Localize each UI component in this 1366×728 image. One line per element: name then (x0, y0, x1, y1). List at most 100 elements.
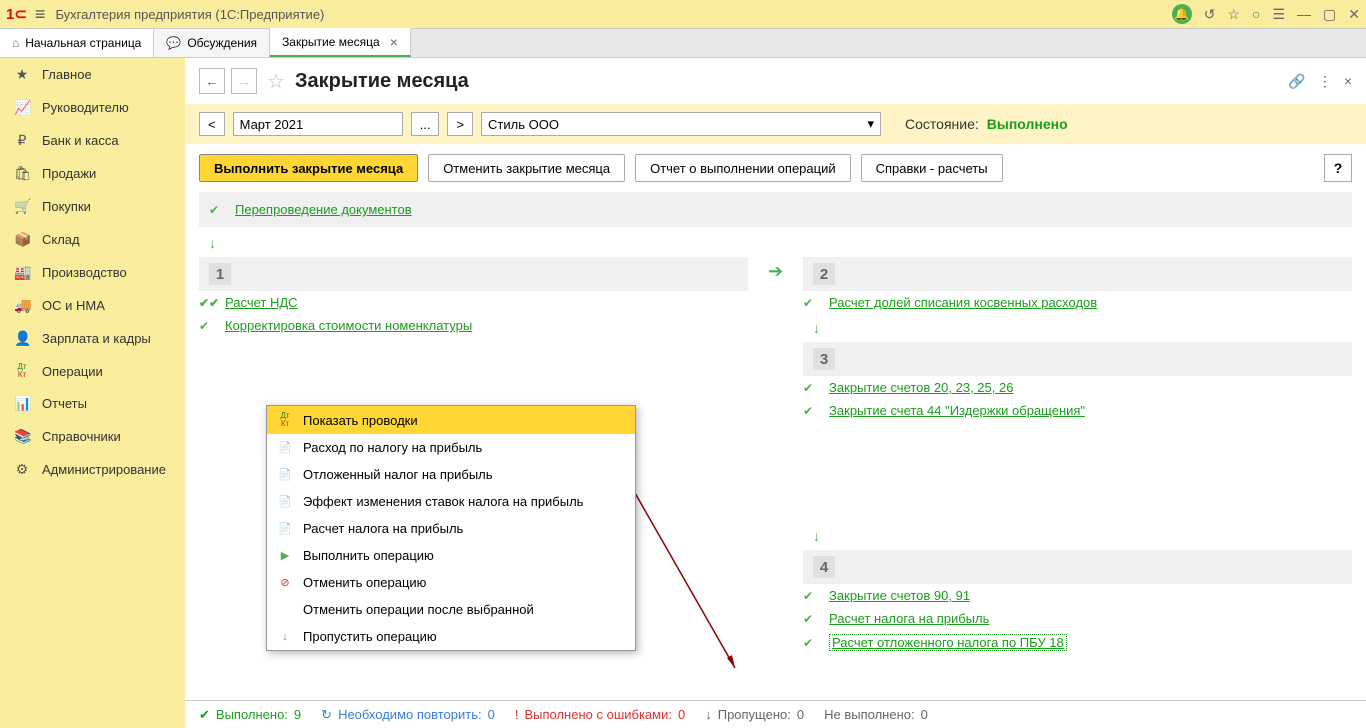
title-bar: 1⊂ ≡ Бухгалтерия предприятия (1С:Предпри… (0, 0, 1366, 28)
nav-forward-button[interactable]: → (231, 68, 257, 94)
menu-skip-op[interactable]: ↓Пропустить операцию (267, 623, 635, 650)
sidebar-item-main[interactable]: ★Главное (0, 58, 185, 91)
sidebar-item-warehouse[interactable]: 📦 Склад (0, 223, 185, 256)
history-icon[interactable]: ↺ (1204, 6, 1216, 23)
menu-label: Расчет налога на прибыль (303, 521, 463, 536)
context-menu: ДтКт Показать проводки 📄Расход по налогу … (266, 405, 636, 651)
box-icon: 📦 (14, 231, 30, 248)
doc-icon: 📄 (277, 468, 293, 481)
step-num: 3 (813, 348, 835, 370)
nav-back-button[interactable]: ← (199, 68, 225, 94)
menu-tax-expense[interactable]: 📄Расход по налогу на прибыль (267, 434, 635, 461)
menu-cancel-op[interactable]: ⊘Отменить операцию (267, 569, 635, 596)
period-next-button[interactable]: > (447, 112, 473, 136)
sidebar-item-sales[interactable]: 🛍Продажи (0, 157, 185, 190)
action-bar: Выполнить закрытие месяца Отменить закры… (185, 144, 1366, 192)
pbu18-link[interactable]: Расчет отложенного налога по ПБУ 18 (829, 634, 1067, 651)
chart-icon: 📈 (14, 99, 30, 116)
nalog-link[interactable]: Расчет налога на прибыль (829, 611, 989, 626)
close-panel-icon[interactable]: × (1344, 73, 1352, 89)
zakr20-link[interactable]: Закрытие счетов 20, 23, 25, 26 (829, 380, 1013, 395)
dtkt-icon: ДтКт (277, 412, 293, 428)
bag-icon: 🛍 (14, 165, 30, 182)
filter-bar: < ... > Стиль ООО ▾ Состояние: Выполнено (185, 104, 1366, 144)
period-more-button[interactable]: ... (411, 112, 440, 136)
sidebar-item-operations[interactable]: ДтКтОперации (0, 355, 185, 387)
star-icon[interactable]: ☆ (1227, 6, 1240, 23)
filter-icon[interactable]: ☰ (1272, 6, 1285, 23)
minimize-icon[interactable]: — (1297, 6, 1311, 22)
sidebar-item-reports[interactable]: 📊Отчеты (0, 387, 185, 420)
korr-link[interactable]: Корректировка стоимости номенклатуры (225, 318, 472, 333)
sidebar-item-purchases[interactable]: 🛒Покупки (0, 190, 185, 223)
org-value: Стиль ООО (488, 117, 559, 132)
sidebar-item-osinma[interactable]: 🚚ОС и НМА (0, 289, 185, 322)
period-prev-button[interactable]: < (199, 112, 225, 136)
page-title: Закрытие месяца (295, 70, 469, 93)
doc-icon: 📄 (277, 522, 293, 535)
errors-value: 0 (678, 707, 685, 722)
done-value: 9 (294, 707, 301, 722)
run-icon: ▶ (277, 549, 293, 562)
check-icon: ✔ (803, 636, 819, 650)
menu-rate-effect[interactable]: 📄 Эффект изменения ставок налога на прибы… (267, 488, 635, 515)
doc-icon: 📄 (277, 495, 293, 508)
gear-icon: ⚙ (14, 461, 30, 478)
reproc-link[interactable]: Перепроведение документов (235, 202, 412, 217)
status-value: Выполнено (987, 116, 1068, 132)
menu-tax-calc[interactable]: 📄 Расчет налога на прибыль (267, 515, 635, 542)
check-icon: ✔ (199, 707, 210, 723)
nds-link[interactable]: Расчет НДС (225, 295, 298, 310)
close-icon[interactable]: ✕ (1348, 6, 1360, 23)
references-button[interactable]: Справки - расчеты (861, 154, 1003, 182)
tab-home[interactable]: ⌂ Начальная страница (0, 29, 154, 57)
menu-label: Отменить операцию (303, 575, 426, 590)
tab-close-icon[interactable]: × (390, 34, 398, 50)
step-1-header: 1 (199, 257, 748, 291)
menu-label: Показать проводки (303, 413, 418, 428)
menu-cancel-after[interactable]: Отменить операции после выбранной (267, 596, 635, 623)
period-input[interactable] (233, 112, 403, 136)
bell-icon[interactable]: 🔔 (1172, 4, 1192, 24)
circle-icon[interactable]: ○ (1252, 6, 1260, 22)
bars-icon: 📊 (14, 395, 30, 412)
sidebar-label: Склад (42, 232, 80, 247)
sidebar-label: Зарплата и кадры (42, 331, 151, 346)
logo-1c: 1⊂ (6, 5, 27, 23)
refresh-icon: ↻ (321, 707, 332, 723)
person-icon: 👤 (14, 330, 30, 347)
sidebar-item-production[interactable]: 🏭Производство (0, 256, 185, 289)
favorite-star-icon[interactable]: ☆ (267, 69, 285, 94)
sidebar-label: Банк и касса (42, 133, 119, 148)
dtkt-icon: ДтКт (14, 363, 30, 379)
sidebar-item-bank[interactable]: ₽Банк и касса (0, 124, 185, 157)
menu-show-entries[interactable]: ДтКт Показать проводки (267, 406, 635, 434)
report-button[interactable]: Отчет о выполнении операций (635, 154, 851, 182)
menu-deferred-tax[interactable]: 📄 Отложенный налог на прибыль (267, 461, 635, 488)
cancel-closing-button[interactable]: Отменить закрытие месяца (428, 154, 625, 182)
more-icon[interactable]: ⋮ (1318, 73, 1332, 90)
sidebar-item-salary[interactable]: 👤 Зарплата и кадры (0, 322, 185, 355)
sidebar-item-catalogs[interactable]: 📚Справочники (0, 420, 185, 453)
hamburger-icon[interactable]: ≡ (35, 4, 46, 25)
menu-label: Отложенный налог на прибыль (303, 467, 493, 482)
check-icon: ✔ (803, 404, 819, 418)
step-2-header: 2 (803, 257, 1352, 291)
tab-discuss[interactable]: 💬 Обсуждения (154, 29, 270, 57)
maximize-icon[interactable]: ▢ (1323, 6, 1336, 23)
check-icon: ✔ (803, 381, 819, 395)
link-icon[interactable]: 🔗 (1288, 73, 1305, 90)
help-button[interactable]: ? (1324, 154, 1352, 182)
kosv-link[interactable]: Расчет долей списания косвенных расходов (829, 295, 1097, 310)
zakr90-link[interactable]: Закрытие счетов 90, 91 (829, 588, 970, 603)
check-icon: ✔ (803, 296, 819, 310)
run-closing-button[interactable]: Выполнить закрытие месяца (199, 154, 418, 182)
sidebar-item-manager[interactable]: 📈Руководителю (0, 91, 185, 124)
zakr44-link[interactable]: Закрытие счета 44 "Издержки обращения" (829, 403, 1085, 418)
organization-select[interactable]: Стиль ООО ▾ (481, 112, 881, 136)
sidebar-item-admin[interactable]: ⚙Администрирование (0, 453, 185, 486)
menu-run-op[interactable]: ▶Выполнить операцию (267, 542, 635, 569)
menu-label: Эффект изменения ставок налога на прибыл… (303, 494, 583, 509)
home-icon: ⌂ (12, 36, 19, 50)
tab-closing[interactable]: Закрытие месяца × (270, 28, 411, 57)
